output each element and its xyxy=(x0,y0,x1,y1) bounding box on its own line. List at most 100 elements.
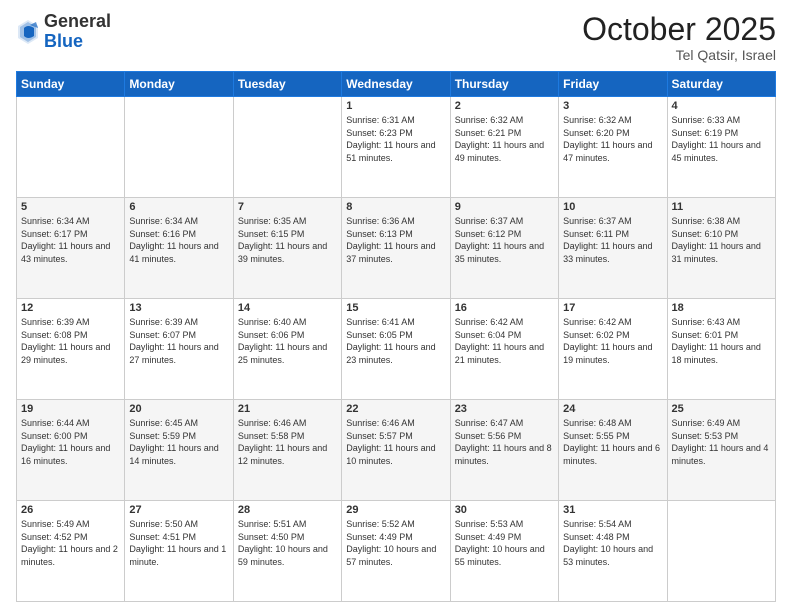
cell-1-3: 8 Sunrise: 6:36 AM Sunset: 6:13 PM Daylig… xyxy=(342,198,450,299)
day-number-18: 18 xyxy=(672,302,771,314)
cell-info-13: Sunrise: 6:39 AM Sunset: 6:07 PM Dayligh… xyxy=(129,316,228,366)
header-friday: Friday xyxy=(559,72,667,97)
day-number-6: 6 xyxy=(129,201,228,213)
cell-info-23: Sunrise: 6:47 AM Sunset: 5:56 PM Dayligh… xyxy=(455,417,554,467)
header-saturday: Saturday xyxy=(667,72,775,97)
day-number-31: 31 xyxy=(563,504,662,516)
header-tuesday: Tuesday xyxy=(233,72,341,97)
cell-1-4: 9Sunrise: 6:37 AM Sunset: 6:12 PM Daylig… xyxy=(450,198,558,299)
day-number-12: 12 xyxy=(21,302,120,314)
day-number-30: 30 xyxy=(455,504,554,516)
cell-3-4: 23Sunrise: 6:47 AM Sunset: 5:56 PM Dayli… xyxy=(450,400,558,501)
cell-info-27: Sunrise: 5:50 AM Sunset: 4:51 PM Dayligh… xyxy=(129,518,228,568)
cell-info-5: Sunrise: 6:34 AM Sunset: 6:17 PM Dayligh… xyxy=(21,215,120,265)
cell-info-22: Sunrise: 6:46 AM Sunset: 5:57 PM Dayligh… xyxy=(346,417,445,467)
cell-4-1: 27Sunrise: 5:50 AM Sunset: 4:51 PM Dayli… xyxy=(125,501,233,602)
logo-blue: Blue xyxy=(44,31,83,51)
day-number-8: 8 xyxy=(346,201,445,213)
day-number-21: 21 xyxy=(238,403,337,415)
cell-info-19: Sunrise: 6:44 AM Sunset: 6:00 PM Dayligh… xyxy=(21,417,120,467)
day-number-19: 19 xyxy=(21,403,120,415)
header-wednesday: Wednesday xyxy=(342,72,450,97)
day-number-4: 4 xyxy=(672,100,771,112)
day-number-9: 9 xyxy=(455,201,554,213)
cell-2-1: 13Sunrise: 6:39 AM Sunset: 6:07 PM Dayli… xyxy=(125,299,233,400)
cell-info-8: Sunrise: 6:36 AM Sunset: 6:13 PM Dayligh… xyxy=(346,215,445,265)
cell-3-0: 19 Sunrise: 6:44 AM Sunset: 6:00 PM Dayli… xyxy=(17,400,125,501)
cell-info-3: Sunrise: 6:32 AM Sunset: 6:20 PM Dayligh… xyxy=(563,114,662,164)
cell-info-16: Sunrise: 6:42 AM Sunset: 6:04 PM Dayligh… xyxy=(455,316,554,366)
header-sunday: Sunday xyxy=(17,72,125,97)
cell-0-1 xyxy=(125,97,233,198)
day-number-14: 14 xyxy=(238,302,337,314)
day-number-20: 20 xyxy=(129,403,228,415)
cell-2-5: 17 Sunrise: 6:42 AM Sunset: 6:02 PM Dayli… xyxy=(559,299,667,400)
cell-4-2: 28 Sunrise: 5:51 AM Sunset: 4:50 PM Dayli… xyxy=(233,501,341,602)
cell-2-3: 15 Sunrise: 6:41 AM Sunset: 6:05 PM Dayli… xyxy=(342,299,450,400)
cell-info-15: Sunrise: 6:41 AM Sunset: 6:05 PM Dayligh… xyxy=(346,316,445,366)
cell-3-6: 25 Sunrise: 6:49 AM Sunset: 5:53 PM Dayli… xyxy=(667,400,775,501)
cell-info-6: Sunrise: 6:34 AM Sunset: 6:16 PM Dayligh… xyxy=(129,215,228,265)
cell-2-4: 16 Sunrise: 6:42 AM Sunset: 6:04 PM Dayli… xyxy=(450,299,558,400)
cell-info-1: Sunrise: 6:31 AM Sunset: 6:23 PM Dayligh… xyxy=(346,114,445,164)
week-row-2: 12Sunrise: 6:39 AM Sunset: 6:08 PM Dayli… xyxy=(17,299,776,400)
logo-text: General Blue xyxy=(44,12,111,52)
calendar-header-row: Sunday Monday Tuesday Wednesday Thursday… xyxy=(17,72,776,97)
cell-4-0: 26Sunrise: 5:49 AM Sunset: 4:52 PM Dayli… xyxy=(17,501,125,602)
cell-0-3: 1 Sunrise: 6:31 AM Sunset: 6:23 PM Daylig… xyxy=(342,97,450,198)
cell-0-6: 4 Sunrise: 6:33 AM Sunset: 6:19 PM Daylig… xyxy=(667,97,775,198)
cell-info-18: Sunrise: 6:43 AM Sunset: 6:01 PM Dayligh… xyxy=(672,316,771,366)
day-number-24: 24 xyxy=(563,403,662,415)
cell-info-24: Sunrise: 6:48 AM Sunset: 5:55 PM Dayligh… xyxy=(563,417,662,467)
cell-4-5: 31 Sunrise: 5:54 AM Sunset: 4:48 PM Dayli… xyxy=(559,501,667,602)
cell-info-2: Sunrise: 6:32 AM Sunset: 6:21 PM Dayligh… xyxy=(455,114,554,164)
day-number-11: 11 xyxy=(672,201,771,213)
day-number-5: 5 xyxy=(21,201,120,213)
cell-info-14: Sunrise: 6:40 AM Sunset: 6:06 PM Dayligh… xyxy=(238,316,337,366)
cell-3-5: 24 Sunrise: 6:48 AM Sunset: 5:55 PM Dayli… xyxy=(559,400,667,501)
logo-icon xyxy=(16,18,40,46)
cell-info-26: Sunrise: 5:49 AM Sunset: 4:52 PM Dayligh… xyxy=(21,518,120,568)
cell-3-2: 21 Sunrise: 6:46 AM Sunset: 5:58 PM Dayli… xyxy=(233,400,341,501)
day-number-3: 3 xyxy=(563,100,662,112)
day-number-10: 10 xyxy=(563,201,662,213)
cell-info-21: Sunrise: 6:46 AM Sunset: 5:58 PM Dayligh… xyxy=(238,417,337,467)
cell-info-11: Sunrise: 6:38 AM Sunset: 6:10 PM Dayligh… xyxy=(672,215,771,265)
cell-1-5: 10Sunrise: 6:37 AM Sunset: 6:11 PM Dayli… xyxy=(559,198,667,299)
logo-general: General xyxy=(44,11,111,31)
cell-info-20: Sunrise: 6:45 AM Sunset: 5:59 PM Dayligh… xyxy=(129,417,228,467)
cell-info-28: Sunrise: 5:51 AM Sunset: 4:50 PM Dayligh… xyxy=(238,518,337,568)
cell-1-1: 6 Sunrise: 6:34 AM Sunset: 6:16 PM Daylig… xyxy=(125,198,233,299)
cell-0-0 xyxy=(17,97,125,198)
header: General Blue October 2025 Tel Qatsir, Is… xyxy=(16,12,776,63)
day-number-15: 15 xyxy=(346,302,445,314)
week-row-3: 19 Sunrise: 6:44 AM Sunset: 6:00 PM Dayli… xyxy=(17,400,776,501)
cell-4-4: 30Sunrise: 5:53 AM Sunset: 4:49 PM Dayli… xyxy=(450,501,558,602)
month-title: October 2025 xyxy=(582,12,776,47)
day-number-2: 2 xyxy=(455,100,554,112)
day-number-25: 25 xyxy=(672,403,771,415)
cell-4-3: 29Sunrise: 5:52 AM Sunset: 4:49 PM Dayli… xyxy=(342,501,450,602)
cell-3-1: 20 Sunrise: 6:45 AM Sunset: 5:59 PM Dayli… xyxy=(125,400,233,501)
cell-3-3: 22Sunrise: 6:46 AM Sunset: 5:57 PM Dayli… xyxy=(342,400,450,501)
cell-info-17: Sunrise: 6:42 AM Sunset: 6:02 PM Dayligh… xyxy=(563,316,662,366)
cell-1-2: 7Sunrise: 6:35 AM Sunset: 6:15 PM Daylig… xyxy=(233,198,341,299)
week-row-4: 26Sunrise: 5:49 AM Sunset: 4:52 PM Dayli… xyxy=(17,501,776,602)
cell-0-2 xyxy=(233,97,341,198)
day-number-29: 29 xyxy=(346,504,445,516)
day-number-17: 17 xyxy=(563,302,662,314)
day-number-28: 28 xyxy=(238,504,337,516)
calendar-table: Sunday Monday Tuesday Wednesday Thursday… xyxy=(16,71,776,602)
cell-info-31: Sunrise: 5:54 AM Sunset: 4:48 PM Dayligh… xyxy=(563,518,662,568)
cell-2-6: 18 Sunrise: 6:43 AM Sunset: 6:01 PM Dayli… xyxy=(667,299,775,400)
logo: General Blue xyxy=(16,12,111,52)
page: General Blue October 2025 Tel Qatsir, Is… xyxy=(0,0,792,612)
cell-info-25: Sunrise: 6:49 AM Sunset: 5:53 PM Dayligh… xyxy=(672,417,771,467)
cell-info-4: Sunrise: 6:33 AM Sunset: 6:19 PM Dayligh… xyxy=(672,114,771,164)
location: Tel Qatsir, Israel xyxy=(582,47,776,63)
cell-2-0: 12Sunrise: 6:39 AM Sunset: 6:08 PM Dayli… xyxy=(17,299,125,400)
day-number-1: 1 xyxy=(346,100,445,112)
cell-1-6: 11 Sunrise: 6:38 AM Sunset: 6:10 PM Dayli… xyxy=(667,198,775,299)
header-thursday: Thursday xyxy=(450,72,558,97)
day-number-16: 16 xyxy=(455,302,554,314)
